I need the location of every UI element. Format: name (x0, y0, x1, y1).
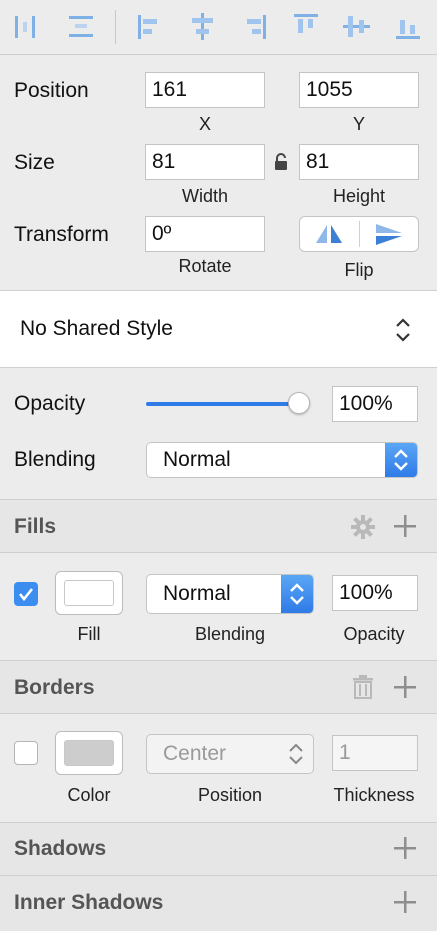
distribute-horizontal-icon[interactable] (10, 10, 42, 42)
align-left-icon[interactable] (134, 10, 166, 42)
border-position-select[interactable]: Center (146, 734, 314, 774)
opacity-slider[interactable] (146, 392, 310, 416)
distribute-vertical-icon[interactable] (65, 10, 97, 42)
lock-icon[interactable] (273, 152, 289, 172)
border-position-caption: Position (197, 785, 263, 805)
size-height-field[interactable]: 81 (299, 144, 419, 180)
blending-stepper (385, 443, 417, 477)
position-x-field[interactable]: 161 (145, 72, 265, 108)
position-y-caption: Y (352, 114, 365, 134)
fill-blending-caption: Blending (194, 624, 266, 644)
fill-blending-stepper (281, 575, 313, 613)
align-top-icon[interactable] (290, 10, 322, 42)
alignment-toolbar (0, 0, 437, 54)
opacity-slider-knob[interactable] (288, 392, 310, 414)
align-right-icon[interactable] (238, 10, 270, 42)
chevron-updown-icon (287, 741, 305, 767)
shadows-header: Shadows (0, 823, 437, 875)
fill-opacity-caption: Opacity (343, 624, 405, 644)
fill-enabled-checkbox[interactable] (14, 582, 38, 606)
fill-blending-value: Normal (163, 582, 231, 605)
blending-select-value: Normal (163, 448, 231, 471)
divider (0, 367, 437, 368)
add-border-icon[interactable] (392, 674, 418, 700)
fill-caption: Fill (77, 624, 101, 644)
opacity-label: Opacity (14, 392, 86, 415)
border-color-well (64, 740, 114, 766)
rotate-caption: Rotate (178, 256, 232, 276)
checkmark-icon (18, 588, 34, 602)
add-shadow-icon[interactable] (392, 835, 418, 861)
position-label: Position (14, 79, 89, 102)
flip-divider (359, 221, 360, 247)
opacity-field[interactable]: 100% (332, 386, 418, 422)
flip-caption: Flip (344, 260, 374, 280)
blending-label: Blending (14, 448, 96, 471)
rotate-field[interactable]: 0º (145, 216, 265, 252)
shared-style-selector[interactable]: No Shared Style (0, 291, 437, 367)
gear-icon[interactable] (350, 514, 376, 540)
fills-header: Fills (0, 500, 437, 552)
fill-color-well (64, 580, 114, 606)
position-y-field[interactable]: 1055 (299, 72, 419, 108)
chevron-updown-icon (394, 316, 412, 344)
flip-control (299, 216, 419, 252)
inner-shadows-title: Inner Shadows (14, 891, 164, 914)
blending-select[interactable]: Normal (146, 442, 418, 478)
trash-icon[interactable] (352, 674, 374, 700)
shared-style-value: No Shared Style (20, 317, 173, 340)
border-color-caption: Color (67, 785, 111, 805)
divider (0, 713, 437, 714)
borders-title: Borders (14, 676, 95, 699)
add-fill-icon[interactable] (392, 513, 418, 539)
align-center-horizontal-icon[interactable] (186, 10, 218, 42)
align-middle-vertical-icon[interactable] (340, 10, 372, 42)
fill-color-swatch[interactable] (55, 571, 123, 615)
fill-opacity-field[interactable]: 100% (332, 575, 418, 611)
divider (0, 54, 437, 55)
toolbar-separator (115, 10, 116, 44)
border-color-swatch[interactable] (55, 731, 123, 775)
shadows-title: Shadows (14, 837, 107, 860)
add-inner-shadow-icon[interactable] (392, 889, 418, 915)
opacity-slider-fill (146, 402, 295, 406)
border-thickness-caption: Thickness (333, 785, 415, 805)
fill-blending-select[interactable]: Normal (146, 574, 314, 614)
flip-vertical-icon[interactable] (372, 221, 406, 247)
size-width-caption: Width (181, 186, 228, 206)
border-position-value: Center (163, 742, 227, 765)
transform-label: Transform (14, 223, 109, 246)
divider (0, 552, 437, 553)
fills-title: Fills (14, 515, 57, 538)
flip-horizontal-icon[interactable] (312, 221, 346, 247)
size-label: Size (14, 151, 55, 174)
position-x-caption: X (198, 114, 211, 134)
size-height-caption: Height (332, 186, 386, 206)
borders-header: Borders (0, 661, 437, 713)
size-width-field[interactable]: 81 (145, 144, 265, 180)
border-thickness-field[interactable]: 1 (332, 735, 418, 771)
border-enabled-checkbox[interactable] (14, 741, 38, 765)
inner-shadows-header: Inner Shadows (0, 876, 437, 931)
align-bottom-icon[interactable] (392, 10, 424, 42)
